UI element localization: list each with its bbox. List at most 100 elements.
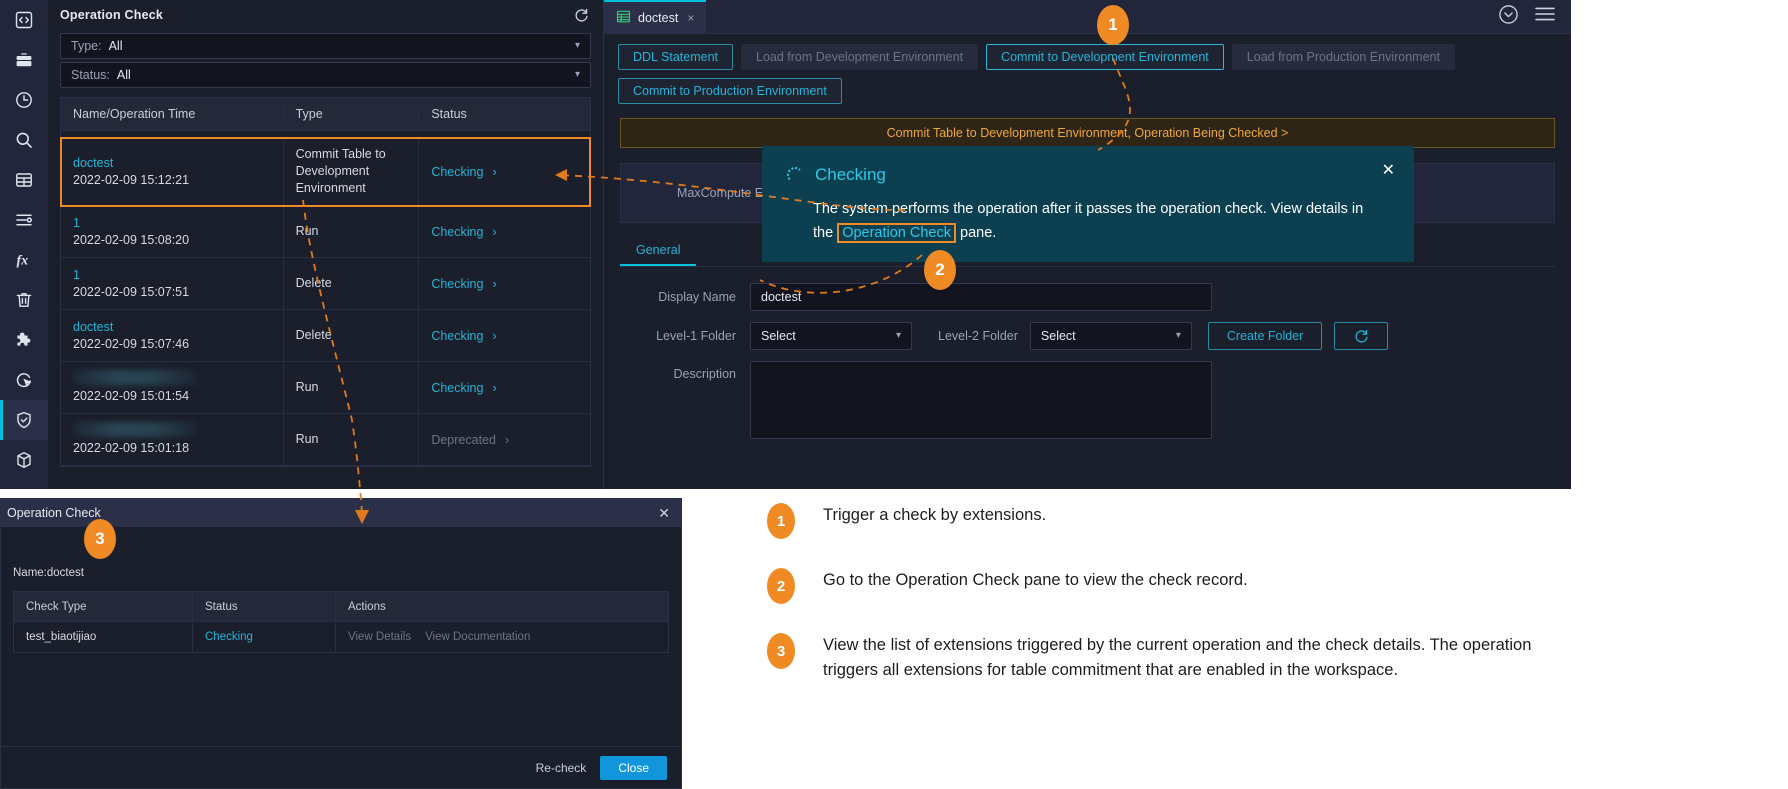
column-header-type: Type (282, 107, 419, 121)
check-results-table: Check Type Status Actions test_biaotijia… (13, 591, 669, 653)
cell-type: Run (282, 206, 419, 257)
close-icon[interactable]: ✕ (1382, 163, 1395, 179)
chevron-right-icon: › (492, 328, 497, 343)
briefcase-icon[interactable] (0, 40, 48, 80)
chevron-right-icon: › (504, 432, 510, 447)
checking-dialog-title: Checking (815, 165, 886, 184)
menu-hamburger-icon[interactable] (1535, 6, 1555, 27)
tab-doctest[interactable]: doctest × (604, 0, 707, 33)
cell-name: doctest 2022-02-09 15:07:46 (61, 310, 283, 361)
filter-status[interactable]: Status: All ▾ (60, 62, 591, 88)
clock-icon[interactable] (0, 80, 48, 120)
level1-folder-label: Level-1 Folder (656, 329, 736, 343)
loading-spinner-icon (787, 167, 803, 183)
row-name-link[interactable]: doctest (73, 319, 283, 336)
cell-name: 1 2022-02-09 15:08:20 (61, 206, 283, 257)
column-header-actions: Actions (335, 591, 668, 622)
cube-icon[interactable] (0, 440, 48, 480)
status-link[interactable]: Checking › (431, 225, 590, 239)
cell-status[interactable]: Checking › (418, 362, 590, 413)
row-name-link[interactable]: 1 (73, 215, 283, 232)
level1-folder-select[interactable]: Select ▾ (750, 322, 912, 350)
operation-status-banner[interactable]: Commit Table to Development Environment,… (620, 118, 1555, 148)
puzzle-icon[interactable] (0, 320, 48, 360)
table-row[interactable]: 2022-02-09 15:01:54 Run Checking › (61, 362, 590, 414)
create-folder-button[interactable]: Create Folder (1207, 322, 1323, 350)
status-text: Checking (431, 328, 484, 343)
cell-status[interactable]: Checking › (418, 138, 590, 205)
filter-type-label: Type: (71, 39, 102, 53)
close-icon[interactable]: ✕ (658, 506, 670, 520)
cell-status[interactable]: Checking › (418, 206, 590, 257)
commit-to-development-environment-button[interactable]: Commit to Development Environment (986, 44, 1224, 70)
chevron-down-icon: ▾ (895, 330, 901, 341)
refresh-icon[interactable] (574, 8, 589, 23)
table-row[interactable]: doctest 2022-02-09 15:12:21 Commit Table… (60, 137, 591, 207)
chevron-down-icon: ▾ (574, 69, 580, 80)
column-header-status: Status (418, 107, 590, 121)
badge-number: 1 (1097, 5, 1129, 45)
level2-folder-select[interactable]: Select ▾ (1029, 322, 1192, 350)
cell-name: 2022-02-09 15:01:18 (61, 414, 283, 465)
collapse-down-icon[interactable] (1498, 4, 1519, 30)
shield-check-icon[interactable] (0, 400, 48, 440)
search-icon[interactable] (0, 120, 48, 160)
function-fx-icon[interactable]: fx (0, 240, 48, 280)
row-name-link[interactable]: doctest (73, 155, 283, 172)
filter-type[interactable]: Type: All ▾ (60, 33, 591, 59)
cell-name: doctest 2022-02-09 15:12:21 (61, 138, 283, 205)
re-check-button[interactable]: Re-check (536, 761, 587, 775)
close-button[interactable]: Close (600, 755, 667, 780)
code-icon[interactable] (0, 0, 48, 40)
checking-dialog: Checking The system performs the operati… (762, 146, 1414, 262)
table-row[interactable]: 1 2022-02-09 15:07:51 Delete Checking › (61, 258, 590, 310)
chevron-down-icon: ▾ (1175, 330, 1181, 341)
cell-status[interactable]: Checking › (418, 258, 590, 309)
status-link[interactable]: Checking › (431, 277, 590, 291)
column-header-status: Status (192, 591, 335, 622)
tab-general[interactable]: General (620, 239, 697, 266)
cursor-refresh-icon[interactable] (0, 360, 48, 400)
status-link[interactable]: Checking › (431, 165, 590, 179)
ddl-statement-button[interactable]: DDL Statement (618, 44, 733, 70)
table-header: Check Type Status Actions (14, 591, 668, 622)
operation-check-panel-header: Operation Check (48, 0, 603, 30)
editor-tabbar: doctest × (604, 0, 1571, 34)
legend-badge-1: 1 (767, 503, 795, 539)
badge-number: 2 (924, 250, 956, 290)
legend-badge-3: 3 (767, 633, 795, 669)
cell-status[interactable]: Checking › (418, 310, 590, 361)
engine-label: MaxCompute En (677, 186, 771, 200)
commit-to-production-environment-button[interactable]: Commit to Production Environment (618, 78, 842, 104)
refresh-folders-button[interactable] (1334, 322, 1389, 350)
legend-text-1: Trigger a check by extensions. (823, 506, 1047, 524)
row-name-link[interactable]: 1 (73, 267, 283, 284)
chevron-right-icon: › (492, 276, 497, 291)
legend-text-3: View the list of extensions triggered by… (823, 636, 1532, 679)
level1-folder-value: Select (761, 329, 796, 343)
operation-check-link[interactable]: Operation Check (837, 223, 956, 243)
table-icon[interactable] (0, 160, 48, 200)
trash-icon[interactable] (0, 280, 48, 320)
chevron-down-icon: ▾ (574, 40, 580, 51)
modal-title: Operation Check (7, 506, 101, 520)
cell-type: Commit Table to Development Environment (282, 138, 419, 205)
status-link[interactable]: Checking › (431, 381, 590, 395)
cell-actions: View Details View Documentation (335, 622, 668, 652)
cell-name: 2022-02-09 15:01:54 (61, 362, 283, 413)
svg-text:fx: fx (17, 254, 29, 269)
operation-check-table: Name/Operation Time Type Status doctest … (60, 97, 591, 467)
table-row[interactable]: doctest 2022-02-09 15:07:46 Delete Check… (61, 310, 590, 362)
display-name-input[interactable]: doctest (750, 283, 1212, 311)
list-settings-icon[interactable] (0, 200, 48, 240)
operation-check-panel: Operation Check Type: All ▾ Status: All … (48, 0, 604, 489)
status-link[interactable]: Checking › (431, 329, 590, 343)
close-icon[interactable]: × (687, 11, 694, 25)
legend-text-2: Go to the Operation Check pane to view t… (823, 571, 1248, 589)
application-window: fx Operation Check Type: All ▾ Status: A… (0, 0, 1571, 489)
table-row[interactable]: 1 2022-02-09 15:08:20 Run Checking › (61, 206, 590, 258)
form-row-folders: Level-1 Folder Select ▾ Level-2 Folder S… (620, 322, 1555, 350)
table-grid-icon (616, 9, 631, 27)
description-textarea[interactable] (750, 361, 1212, 439)
table-row[interactable]: 2022-02-09 15:01:18 Run Deprecated › (61, 414, 590, 466)
